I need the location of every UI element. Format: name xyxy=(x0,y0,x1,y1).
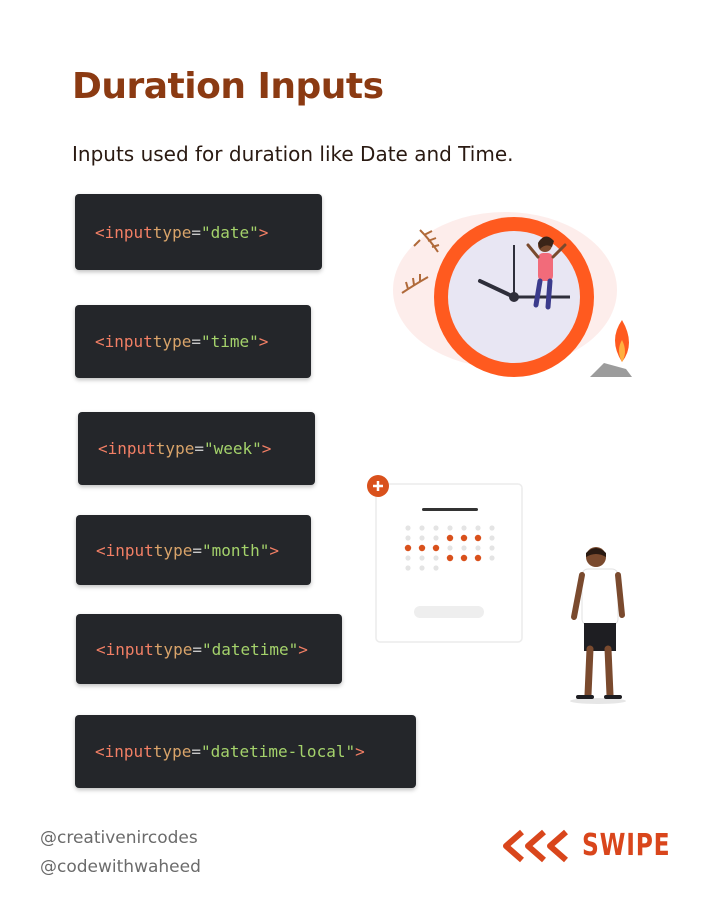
code-block-month: <input type = "month" > xyxy=(76,515,311,585)
calendar-dot xyxy=(475,545,481,551)
calendar-dot xyxy=(475,525,481,531)
code-eq: = xyxy=(191,742,201,761)
code-value: "month" xyxy=(201,540,270,560)
code-block-date: <input type = "date" > xyxy=(75,194,322,270)
code-close: > xyxy=(258,222,269,242)
calendar-dot xyxy=(405,525,411,531)
code-tag: <input xyxy=(96,639,154,659)
calendar-dot xyxy=(419,535,425,541)
code-value: "date" xyxy=(200,222,259,242)
code-value: "time" xyxy=(200,332,259,351)
calendar-dot xyxy=(405,555,411,561)
calendar-card xyxy=(375,483,523,643)
code-eq: = xyxy=(191,332,201,351)
calendar-dot xyxy=(460,534,468,542)
code-block-week: <input type = "week" > xyxy=(78,412,315,485)
page-title: Duration Inputs xyxy=(72,66,384,107)
code-attr: type xyxy=(152,222,192,242)
code-value: "week" xyxy=(203,439,262,458)
code-attr: type xyxy=(152,332,192,351)
code-close: > xyxy=(355,742,365,761)
code-eq: = xyxy=(192,540,202,560)
calendar-dot xyxy=(474,554,482,562)
code-block-datetime: <input type = "datetime" > xyxy=(76,614,342,684)
calendar-dot xyxy=(433,535,439,541)
calendar-dot xyxy=(419,555,425,561)
code-close: > xyxy=(269,540,280,560)
calendar-dot xyxy=(447,545,453,551)
calendar-illustration xyxy=(367,475,523,643)
code-tag: <input xyxy=(98,439,156,458)
calendar-dot xyxy=(461,545,467,551)
calendar-dot xyxy=(433,565,439,571)
code-attr: type xyxy=(153,639,193,659)
person-torso xyxy=(538,253,553,281)
code-attr: type xyxy=(153,540,193,560)
page-subtitle: Inputs used for duration like Date and T… xyxy=(72,142,514,166)
code-eq: = xyxy=(194,439,204,458)
calendar-dot xyxy=(460,554,468,562)
clock-illustration xyxy=(393,212,632,377)
triple-chevron-left-icon xyxy=(503,829,568,862)
swipe-indicator[interactable]: SWIPE xyxy=(500,828,695,863)
calendar-dot xyxy=(489,555,495,561)
code-tag: <input xyxy=(95,742,153,761)
code-block-datetime-local: <input type = "datetime-local" > xyxy=(75,715,416,788)
code-tag: <input xyxy=(95,222,153,242)
code-close: > xyxy=(258,332,269,351)
calendar-dot xyxy=(405,565,411,571)
code-value: "datetime" xyxy=(201,639,299,659)
code-close: > xyxy=(261,439,272,458)
code-tag: <input xyxy=(95,332,153,351)
calendar-dot xyxy=(419,565,425,571)
calendar-dot xyxy=(474,534,482,542)
code-eq: = xyxy=(191,222,201,242)
calendar-dot xyxy=(433,555,439,561)
rock-icon xyxy=(590,363,632,377)
calendar-dot xyxy=(446,554,454,562)
code-attr: type xyxy=(155,439,195,458)
person-shirt xyxy=(581,568,619,626)
calendar-dot xyxy=(446,534,454,542)
calendar-dot xyxy=(447,525,453,531)
code-close: > xyxy=(298,639,308,659)
swipe-label: SWIPE xyxy=(582,828,671,863)
code-block-time: <input type = "time" > xyxy=(75,305,311,378)
calendar-dot xyxy=(489,525,495,531)
person-standing-illustration xyxy=(570,547,626,704)
code-value: "datetime-local" xyxy=(200,742,356,761)
calendar-dot xyxy=(404,544,412,552)
social-handle-1: @creativenircodes xyxy=(40,828,198,848)
social-handle-2: @codewithwaheed xyxy=(40,857,201,877)
calendar-dot xyxy=(419,525,425,531)
calendar-dot xyxy=(489,545,495,551)
calendar-dot xyxy=(418,544,426,552)
calendar-dot xyxy=(461,525,467,531)
calendar-dot xyxy=(405,535,411,541)
code-attr: type xyxy=(152,742,192,761)
calendar-dot xyxy=(432,544,440,552)
calendar-dot xyxy=(433,525,439,531)
code-eq: = xyxy=(192,639,202,659)
code-tag: <input xyxy=(96,540,154,560)
calendar-dot xyxy=(489,535,495,541)
